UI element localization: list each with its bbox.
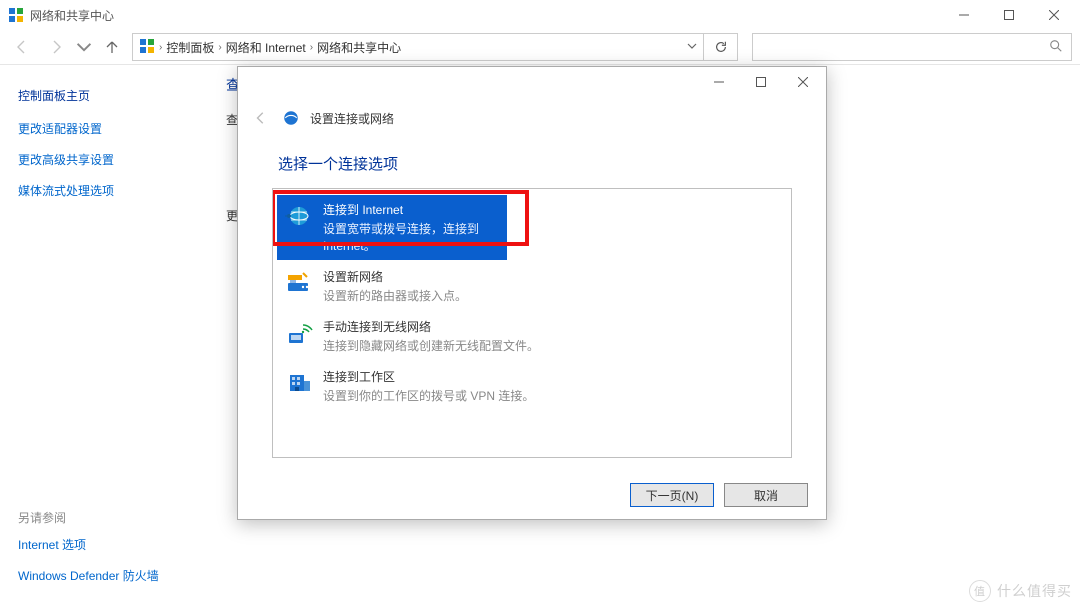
- nav-up-button[interactable]: [98, 33, 126, 61]
- globe-network-icon: [285, 202, 313, 230]
- option-title: 连接到工作区: [323, 368, 534, 385]
- watermark: 值 什么值得买: [969, 580, 1072, 602]
- watermark-badge-icon: 值: [969, 580, 991, 602]
- network-center-icon: [139, 38, 155, 57]
- router-icon: [285, 269, 313, 297]
- network-center-icon: [8, 7, 24, 23]
- address-bar[interactable]: › 控制面板 › 网络和 Internet › 网络和共享中心: [132, 33, 704, 61]
- workplace-vpn-icon: [285, 369, 313, 397]
- setup-connection-dialog: 设置连接或网络 选择一个连接选项 连接到 Internet 设置宽带或拨号连接，…: [237, 66, 827, 520]
- chevron-down-icon[interactable]: [687, 40, 697, 54]
- wireless-network-icon: [285, 319, 313, 347]
- sidebar-link-sharing[interactable]: 更改高级共享设置: [18, 151, 182, 168]
- dialog-title: 设置连接或网络: [310, 110, 394, 127]
- dialog-header: 设置连接或网络: [238, 97, 826, 133]
- search-input[interactable]: [752, 33, 1072, 61]
- nav-back-button[interactable]: [8, 33, 36, 61]
- option-desc: 设置宽带或拨号连接，连接到 Internet。: [323, 220, 499, 254]
- nav-toolbar: › 控制面板 › 网络和 Internet › 网络和共享中心: [0, 30, 1080, 64]
- see-also-header: 另请参阅: [18, 509, 188, 526]
- window-titlebar: 网络和共享中心: [0, 0, 1080, 30]
- dialog-titlebar: [238, 67, 826, 97]
- option-title: 连接到 Internet: [323, 201, 499, 218]
- window-controls: [941, 1, 1076, 29]
- option-manual-wireless[interactable]: 手动连接到无线网络 连接到隐藏网络或创建新无线配置文件。: [277, 312, 787, 360]
- nav-forward-button[interactable]: [42, 33, 70, 61]
- see-also-defender-firewall[interactable]: Windows Defender 防火墙: [18, 567, 188, 584]
- watermark-text: 什么值得买: [997, 581, 1072, 601]
- sidebar-title: 控制面板主页: [18, 87, 182, 104]
- close-button[interactable]: [1031, 1, 1076, 29]
- dialog-back-button[interactable]: [250, 111, 272, 125]
- see-also: 另请参阅 Internet 选项 Windows Defender 防火墙: [18, 509, 188, 598]
- breadcrumb[interactable]: 网络和 Internet: [226, 39, 306, 56]
- option-title: 手动连接到无线网络: [323, 318, 539, 335]
- minimize-button[interactable]: [941, 1, 986, 29]
- dialog-close-button[interactable]: [782, 68, 824, 96]
- window-title: 网络和共享中心: [30, 7, 114, 24]
- sidebar: 控制面板主页 更改适配器设置 更改高级共享设置 媒体流式处理选项 另请参阅 In…: [0, 65, 200, 608]
- option-desc: 连接到隐藏网络或创建新无线配置文件。: [323, 337, 539, 354]
- maximize-button[interactable]: [986, 1, 1031, 29]
- sidebar-link-media[interactable]: 媒体流式处理选项: [18, 182, 182, 199]
- option-desc: 设置到你的工作区的拨号或 VPN 连接。: [323, 387, 534, 404]
- option-connect-internet[interactable]: 连接到 Internet 设置宽带或拨号连接，连接到 Internet。: [277, 195, 507, 260]
- option-title: 设置新网络: [323, 268, 467, 285]
- chevron-right-icon: ›: [310, 42, 313, 53]
- dialog-minimize-button[interactable]: [698, 68, 740, 96]
- refresh-button[interactable]: [704, 33, 738, 61]
- network-wizard-icon: [282, 109, 300, 127]
- sidebar-link-adapter[interactable]: 更改适配器设置: [18, 120, 182, 137]
- dialog-maximize-button[interactable]: [740, 68, 782, 96]
- dialog-footer: 下一页(N) 取消: [630, 483, 808, 507]
- nav-recent-button[interactable]: [76, 33, 92, 61]
- search-icon: [1049, 39, 1063, 56]
- chevron-right-icon: ›: [159, 42, 162, 53]
- option-setup-new-network[interactable]: 设置新网络 设置新的路由器或接入点。: [277, 262, 787, 310]
- dialog-heading: 选择一个连接选项: [238, 133, 826, 188]
- breadcrumb[interactable]: 控制面板: [166, 39, 214, 56]
- see-also-internet-options[interactable]: Internet 选项: [18, 536, 188, 553]
- option-connect-workplace[interactable]: 连接到工作区 设置到你的工作区的拨号或 VPN 连接。: [277, 362, 787, 410]
- connection-options-list: 连接到 Internet 设置宽带或拨号连接，连接到 Internet。 设置新…: [272, 188, 792, 458]
- option-desc: 设置新的路由器或接入点。: [323, 287, 467, 304]
- cancel-button[interactable]: 取消: [724, 483, 808, 507]
- next-button[interactable]: 下一页(N): [630, 483, 714, 507]
- chevron-right-icon: ›: [218, 42, 221, 53]
- breadcrumb[interactable]: 网络和共享中心: [317, 39, 401, 56]
